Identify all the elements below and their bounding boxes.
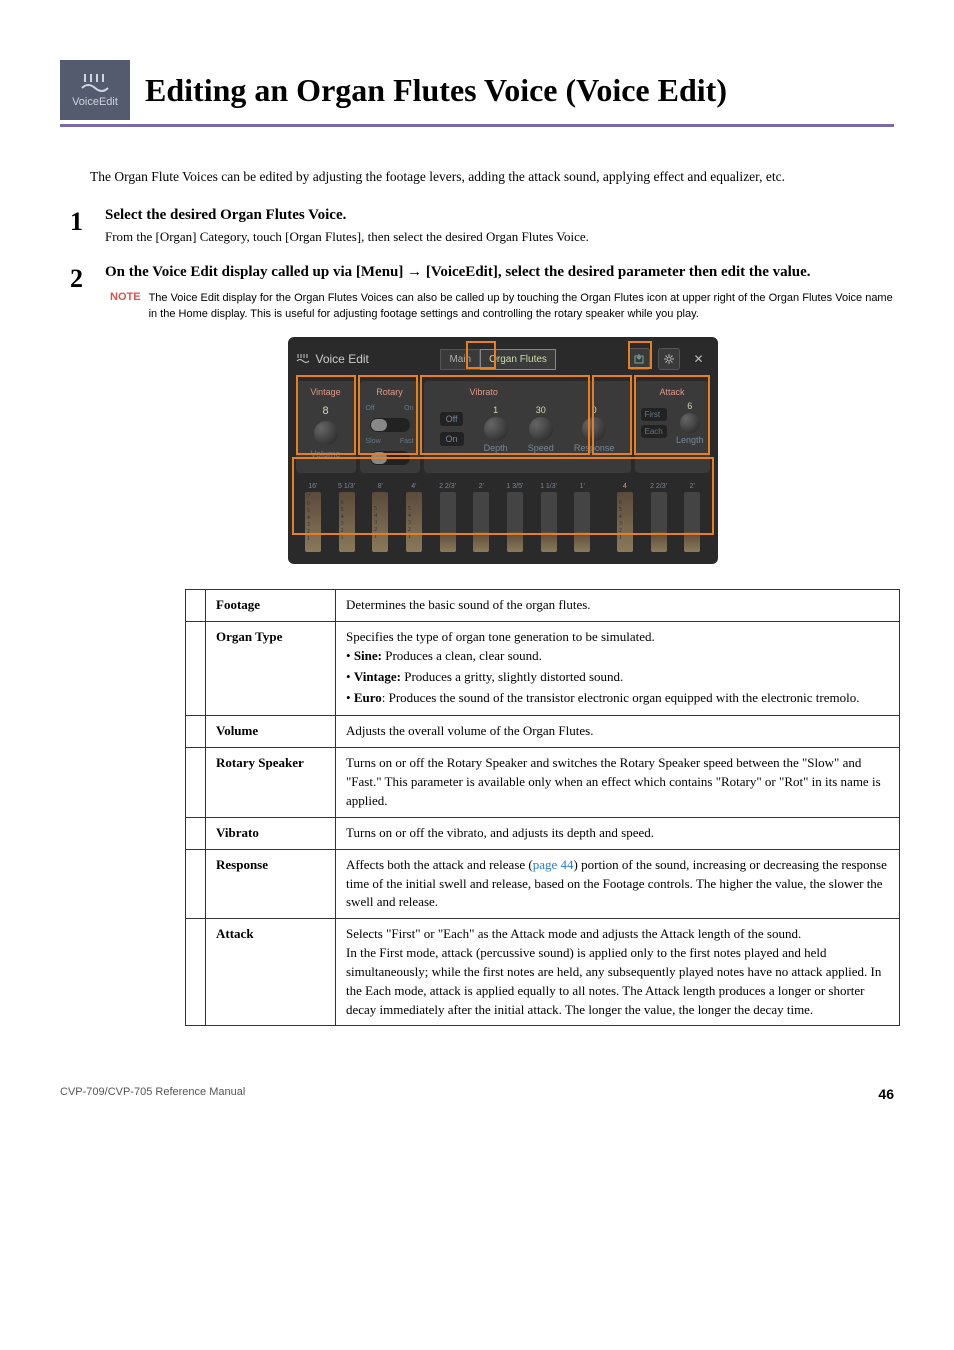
step-title: On the Voice Edit display called up via …	[105, 264, 900, 281]
attack-each-button[interactable]: Each	[641, 425, 667, 438]
table-row: FootageDetermines the basic sound of the…	[186, 590, 900, 622]
page-link[interactable]: page 44	[533, 857, 574, 872]
voice-edit-screenshot: Voice Edit Main Organ Flutes	[288, 337, 718, 564]
note: NOTE The Voice Edit display for the Orga…	[110, 291, 900, 322]
rotary-speed-toggle[interactable]	[370, 451, 410, 465]
vibrato-off-button[interactable]: Off	[440, 412, 464, 426]
parameter-table: FootageDetermines the basic sound of the…	[185, 589, 900, 1026]
rotary-label: Rotary	[376, 387, 403, 397]
speed-knob[interactable]	[529, 417, 553, 441]
table-cell: Determines the basic sound of the organ …	[336, 590, 900, 622]
footage-slider[interactable]	[651, 492, 667, 552]
step-number: 2	[70, 264, 105, 1026]
step-2: 2 On the Voice Edit display called up vi…	[70, 264, 894, 1026]
divider	[60, 124, 894, 127]
organ-type-value: 8	[322, 405, 328, 417]
response-knob[interactable]	[582, 417, 606, 441]
tab-main[interactable]: Main	[440, 349, 480, 370]
tab-voice-name[interactable]: Organ Flutes	[480, 349, 556, 370]
footage-slider[interactable]	[440, 492, 456, 552]
attack-panel: Attack First Each 6 Length	[635, 381, 710, 473]
volume-label: Volume	[310, 449, 340, 459]
table-row: Rotary SpeakerTurns on or off the Rotary…	[186, 748, 900, 818]
footage-slider[interactable]: 54321	[406, 492, 422, 552]
table-cell: Selects "First" or "Each" as the Attack …	[336, 919, 900, 1026]
rotary-toggle[interactable]	[370, 418, 410, 432]
footage-slider[interactable]	[507, 492, 523, 552]
icon-label: VoiceEdit	[72, 96, 118, 108]
footage-slider[interactable]: 7654321	[305, 492, 321, 552]
footage-slider[interactable]: 54321	[372, 492, 388, 552]
table-row: VibratoTurns on or off the vibrato, and …	[186, 817, 900, 849]
footage-slider[interactable]	[541, 492, 557, 552]
table-row: AttackSelects "First" or "Each" as the A…	[186, 919, 900, 1026]
attack-label: Attack	[641, 387, 704, 397]
step-number: 1	[70, 207, 105, 254]
vibrato-panel: Vibrato Off On 1 Depth	[424, 381, 631, 473]
note-text: The Voice Edit display for the Organ Flu…	[149, 291, 900, 322]
footage-slider[interactable]: 654321	[617, 492, 633, 552]
close-icon[interactable]: ✕	[688, 348, 710, 370]
vibrato-on-button[interactable]: On	[440, 432, 464, 446]
page-number: 46	[878, 1086, 894, 1102]
voice-edit-icon: VoiceEdit	[60, 60, 130, 120]
table-cell: Turns on or off the Rotary Speaker and s…	[336, 748, 900, 818]
vibrato-label: Vibrato	[430, 387, 625, 397]
depth-knob[interactable]	[484, 417, 508, 441]
screenshot-container: Voice Edit Main Organ Flutes	[105, 337, 900, 564]
organ-type-panel: Vintage 8 Volume	[296, 381, 356, 473]
table-cell: Affects both the attack and release (pag…	[336, 849, 900, 919]
sliders-icon	[80, 72, 110, 94]
save-icon[interactable]	[628, 348, 650, 370]
gear-icon[interactable]	[658, 348, 680, 370]
page-title: Editing an Organ Flutes Voice (Voice Edi…	[145, 72, 727, 109]
footage-slider[interactable]	[684, 492, 700, 552]
note-label: NOTE	[110, 291, 141, 322]
footer: CVP-709/CVP-705 Reference Manual 46	[60, 1086, 894, 1102]
length-knob[interactable]	[680, 413, 700, 433]
footage-slider[interactable]	[473, 492, 489, 552]
sliders-icon	[296, 352, 310, 367]
step-title: Select the desired Organ Flutes Voice.	[105, 207, 894, 224]
footage-slider[interactable]: 654321	[339, 492, 355, 552]
intro-text: The Organ Flute Voices can be edited by …	[90, 167, 894, 187]
table-row: Response Affects both the attack and rel…	[186, 849, 900, 919]
rotary-panel: Rotary OffOn SlowFast	[360, 381, 420, 473]
table-row: Organ Type Specifies the type of organ t…	[186, 622, 900, 716]
screenshot-title: Voice Edit	[296, 352, 369, 367]
attack-first-button[interactable]: First	[641, 408, 667, 421]
footer-left: CVP-709/CVP-705 Reference Manual	[60, 1086, 245, 1102]
step-1: 1 Select the desired Organ Flutes Voice.…	[70, 207, 894, 254]
table-cell: Turns on or off the vibrato, and adjusts…	[336, 817, 900, 849]
title-bar: VoiceEdit Editing an Organ Flutes Voice …	[60, 60, 894, 120]
footage-slider[interactable]	[574, 492, 590, 552]
step-desc: From the [Organ] Category, touch [Organ …	[105, 228, 894, 246]
table-cell: Adjusts the overall volume of the Organ …	[336, 716, 900, 748]
table-cell: Specifies the type of organ tone generat…	[336, 622, 900, 716]
table-row: VolumeAdjusts the overall volume of the …	[186, 716, 900, 748]
volume-knob[interactable]	[314, 421, 338, 445]
footage-row: 16'7654321 5 1/3'654321 8'54321 4'54321 …	[296, 479, 710, 556]
organ-type-label: Vintage	[310, 387, 340, 397]
